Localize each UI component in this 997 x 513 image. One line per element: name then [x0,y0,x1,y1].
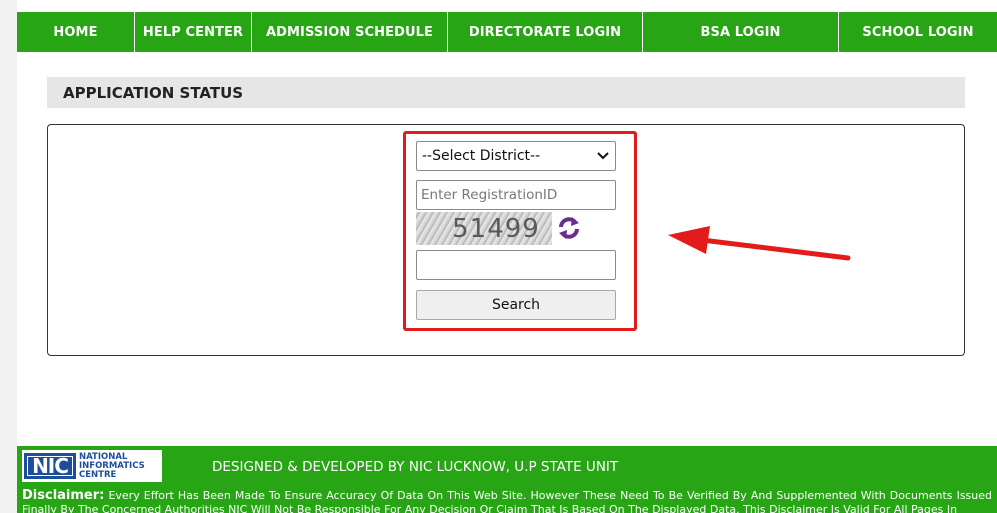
captcha-text: 51499 [452,213,540,244]
nav-admission-schedule[interactable]: ADMISSION SCHEDULE [252,12,448,52]
captcha-input[interactable] [416,250,616,280]
district-select[interactable]: --Select District-- [416,141,616,171]
nav-school-login[interactable]: SCHOOL LOGIN [839,12,997,52]
footer-credit: DESIGNED & DEVELOPED BY NIC LUCKNOW, U.P… [212,459,619,475]
district-select-value: --Select District-- [422,148,541,164]
nic-logo-mark: NIC [24,453,76,479]
captcha-image: 51499 [416,212,552,245]
registration-id-input[interactable] [416,180,616,210]
section-title: APPLICATION STATUS [47,77,965,108]
disclaimer: Disclaimer: Every Effort Has Been Made T… [22,489,992,513]
nic-logo: NIC NATIONAL INFORMATICS CENTRE [22,450,162,482]
nav-help-center[interactable]: HELP CENTER [135,12,252,52]
nic-logo-text: NATIONAL INFORMATICS CENTRE [79,451,145,480]
top-nav: HOME HELP CENTER ADMISSION SCHEDULE DIRE… [17,12,997,52]
nav-bsa-login[interactable]: BSA LOGIN [643,12,839,52]
arrow-left-icon [668,226,851,261]
disclaimer-label: Disclaimer: [22,489,105,503]
search-button[interactable]: Search [416,290,616,320]
nav-directorate-login[interactable]: DIRECTORATE LOGIN [448,12,643,52]
chevron-down-icon [597,152,609,160]
nav-home[interactable]: HOME [17,12,135,52]
disclaimer-text: Every Effort Has Been Made To Ensure Acc… [22,489,992,513]
refresh-icon[interactable] [555,214,583,242]
